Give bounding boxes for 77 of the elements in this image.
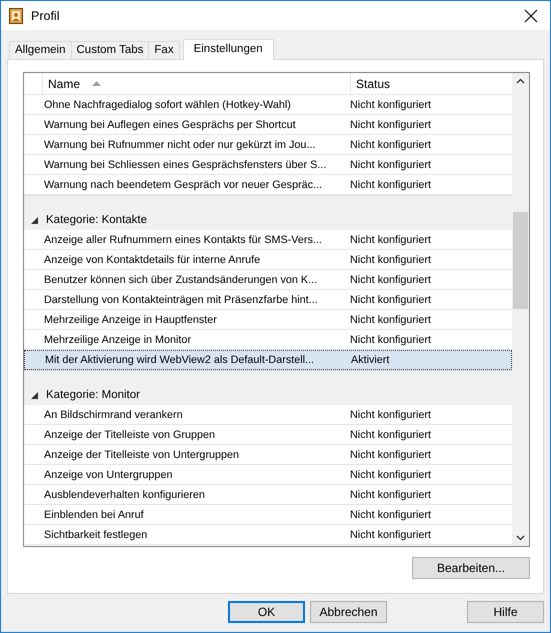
setting-status: Nicht konfiguriert xyxy=(349,314,432,326)
scroll-down-icon[interactable] xyxy=(516,535,525,541)
settings-row[interactable]: Ausblendeverhalten konfigurieren Nicht konfiguriert xyxy=(24,485,512,505)
settings-row[interactable]: Benutzer können sich über Zustandsänderungen von K... Nicht konfiguriert xyxy=(24,270,512,290)
setting-status: Nicht konfiguriert xyxy=(349,468,432,480)
setting-name: Anzeige der Titelleiste von Gruppen xyxy=(44,428,216,440)
setting-name: Warnung bei Schliessen eines Gesprächsfensters über S... xyxy=(44,158,328,170)
setting-name: Warnung bei Rufnummer nicht oder nur gekürzt im Jou... xyxy=(44,138,316,150)
tab[interactable]: Einstellungen xyxy=(182,39,274,60)
scroll-up-icon[interactable] xyxy=(516,78,525,84)
setting-name: Warnung nach beendetem Gespräch vor neuer Gespräc... xyxy=(44,178,324,190)
setting-name: Mit der Aktivierung wird WebView2 als Default-Darstell... xyxy=(45,354,316,366)
settings-row[interactable]: Warnung bei Auflegen eines Gesprächs per Shortcut Nicht konfiguriert xyxy=(24,115,512,135)
profile-icon xyxy=(9,8,23,24)
settings-row[interactable]: Anzeige der Titelleiste von Gruppen Nicht konfiguriert xyxy=(24,425,512,445)
expanded-triangle-icon[interactable] xyxy=(31,216,38,224)
setting-status: Nicht konfiguriert xyxy=(349,294,432,306)
settings-row[interactable]: Anzeige von Kontaktdetails für interne Anrufe Nicht konfiguriert xyxy=(24,250,512,270)
setting-status: Nicht konfiguriert xyxy=(349,334,432,346)
setting-status: Nicht konfiguriert xyxy=(349,138,432,150)
setting-name: Anzeige von Kontaktdetails für interne Anrufe xyxy=(44,254,262,266)
setting-name: Mehrzeilige Anzeige in Monitor xyxy=(44,334,192,346)
setting-status: Nicht konfiguriert xyxy=(349,178,432,190)
settings-row[interactable]: Anzeige aller Rufnummern eines Kontakts für SMS-Vers... Nicht konfiguriert xyxy=(24,230,512,250)
ok-button[interactable]: OK xyxy=(228,601,305,623)
help-button[interactable]: Hilfe xyxy=(467,601,544,623)
setting-name: Benutzer können sich über Zustandsänderungen von K... xyxy=(44,274,318,286)
setting-name: An Bildschirmrand verankern xyxy=(44,408,184,420)
setting-name: Anzeige der Titelleiste von Untergruppen xyxy=(44,448,240,460)
setting-name: Ohne Nachfragedialog sofort wählen (Hotkey-Wahl) xyxy=(44,98,292,110)
settings-row[interactable]: Mehrzeilige Anzeige in Hauptfenster Nicht konfiguriert xyxy=(24,310,512,330)
setting-status: Nicht konfiguriert xyxy=(349,448,432,460)
setting-status: Nicht konfiguriert xyxy=(349,234,432,246)
settings-row[interactable]: Anzeige von Untergruppen Nicht konfiguriert xyxy=(24,465,512,485)
scrollbar-thumb[interactable] xyxy=(513,212,528,309)
window-title: Profil xyxy=(31,8,60,22)
setting-status: Nicht konfiguriert xyxy=(349,274,432,286)
setting-status: Nicht konfiguriert xyxy=(349,428,432,440)
settings-row[interactable]: Sichtbarkeit festlegen Nicht konfiguriert xyxy=(24,525,512,545)
setting-status: Nicht konfiguriert xyxy=(349,408,432,420)
setting-status: Aktiviert xyxy=(350,354,390,366)
settings-row[interactable]: Anzeige der Titelleiste von Untergruppen Nicht konfiguriert xyxy=(24,445,512,465)
settings-row[interactable]: Einblenden bei Anruf Nicht konfiguriert xyxy=(24,505,512,525)
setting-name: Sichtbarkeit festlegen xyxy=(44,528,148,540)
setting-name: Anzeige von Untergruppen xyxy=(44,468,174,480)
setting-status: Nicht konfiguriert xyxy=(349,158,432,170)
setting-name: Einblenden bei Anruf xyxy=(44,508,145,520)
category-header[interactable]: Kategorie: Monitor xyxy=(24,385,512,405)
setting-name: Anzeige aller Rufnummern eines Kontakts für SMS-Vers... xyxy=(44,234,323,246)
tab[interactable]: Fax xyxy=(148,41,180,59)
settings-row[interactable]: Warnung bei Rufnummer nicht oder nur gekürzt im Jou... Nicht konfiguriert xyxy=(24,135,512,155)
settings-row[interactable]: Darstellung von Kontakteinträgen mit Präsenzfarbe hint... Nicht konfiguriert xyxy=(24,290,512,310)
edit-button[interactable]: Bearbeiten... xyxy=(412,557,530,579)
category-label: Kategorie: Monitor xyxy=(46,389,140,401)
sort-ascending-icon xyxy=(92,81,102,86)
settings-row[interactable]: An Bildschirmrand verankern Nicht konfiguriert xyxy=(24,405,512,425)
setting-status: Nicht konfiguriert xyxy=(349,508,432,520)
setting-status: Nicht konfiguriert xyxy=(349,528,432,540)
settings-row[interactable]: Ohne Nachfragedialog sofort wählen (Hotkey-Wahl) Nicht konfiguriert xyxy=(24,95,512,115)
setting-name: Warnung bei Auflegen eines Gesprächs per Shortcut xyxy=(44,118,297,130)
scrollbar[interactable] xyxy=(512,73,529,546)
setting-status: Nicht konfiguriert xyxy=(349,488,432,500)
expanded-triangle-icon[interactable] xyxy=(31,392,38,398)
setting-status: Nicht konfiguriert xyxy=(349,254,432,266)
setting-name: Ausblendeverhalten konfigurieren xyxy=(44,488,206,500)
category-label: Kategorie: Kontakte xyxy=(46,214,148,226)
close-icon[interactable] xyxy=(524,8,538,22)
setting-name: Darstellung von Kontakteinträgen mit Präsenzfarbe hint... xyxy=(44,294,319,306)
setting-name: Mehrzeilige Anzeige in Hauptfenster xyxy=(44,314,218,326)
category-header[interactable]: Kategorie: Kontakte xyxy=(24,210,512,230)
column-header[interactable]: Name xyxy=(42,73,350,94)
settings-row[interactable]: Warnung bei Schliessen eines Gesprächsfensters über S... Nicht konfiguriert xyxy=(24,155,512,175)
setting-status: Nicht konfiguriert xyxy=(349,118,432,130)
tab[interactable]: Allgemein xyxy=(9,41,72,59)
cancel-button[interactable]: Abbrechen xyxy=(310,601,387,623)
setting-status: Nicht konfiguriert xyxy=(349,98,432,110)
settings-row[interactable]: Mit der Aktivierung wird WebView2 als Default-Darstell... Aktiviert xyxy=(24,350,512,370)
